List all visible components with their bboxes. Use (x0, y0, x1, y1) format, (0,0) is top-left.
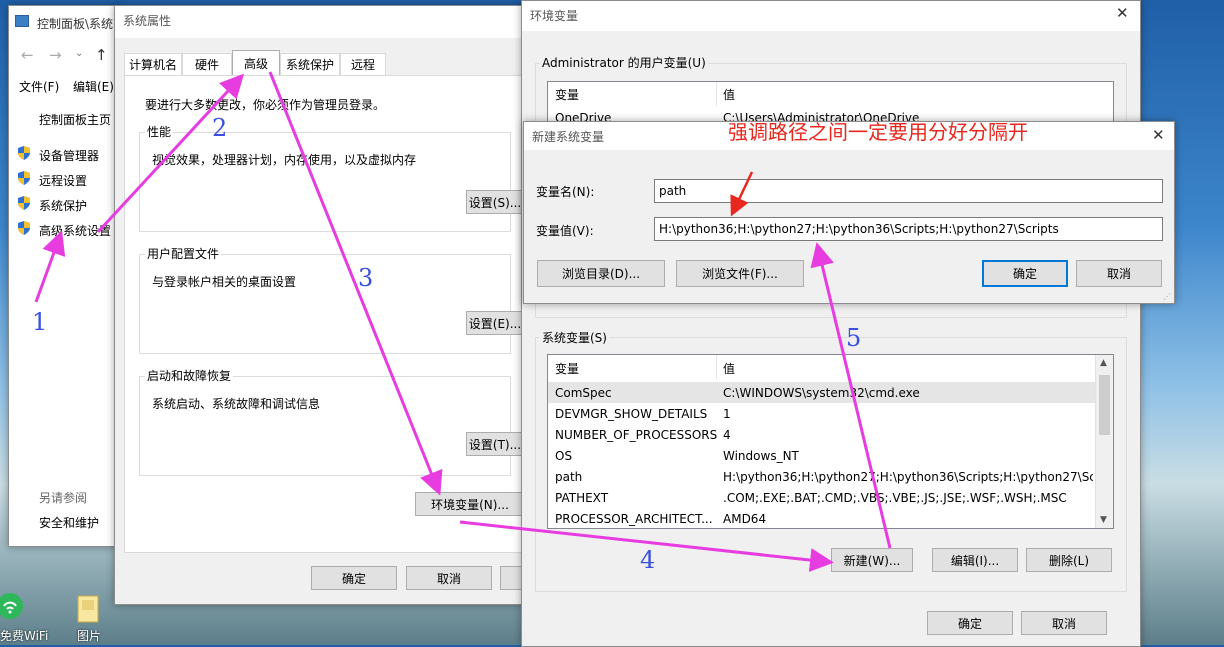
annotation-arrows (34, 71, 892, 572)
arrow-step-3 (268, 71, 443, 496)
arrow-step-2 (96, 73, 245, 234)
arrow-step-1 (34, 230, 66, 303)
annotation-number-3: 3 (358, 264, 374, 292)
annotation-number-2: 2 (212, 114, 228, 142)
annotation-note: 强调路径之间一定要用分好分隔开 (728, 120, 1028, 144)
annotation-number-5: 5 (846, 324, 862, 352)
annotation-number-4: 4 (640, 546, 656, 574)
arrow-step-5 (810, 242, 892, 549)
annotation-number-1: 1 (32, 308, 48, 336)
arrow-note (730, 171, 754, 217)
